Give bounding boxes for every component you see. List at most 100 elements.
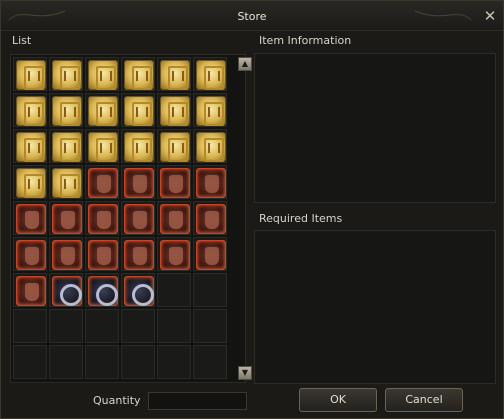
item-slot[interactable] [85, 273, 119, 307]
item-slot[interactable] [13, 309, 47, 343]
cancel-button[interactable]: Cancel [385, 388, 463, 412]
item-slot[interactable] [193, 201, 227, 235]
armor-item-icon[interactable] [124, 168, 154, 198]
scroll-item-icon[interactable] [196, 60, 226, 90]
scroll-item-icon[interactable] [160, 96, 190, 126]
item-slot[interactable] [49, 57, 83, 91]
scroll-item-icon[interactable] [52, 60, 82, 90]
title-bar[interactable]: Store ✕ [1, 1, 503, 31]
item-slot[interactable] [49, 309, 83, 343]
item-slot[interactable] [157, 93, 191, 127]
item-slot[interactable] [13, 201, 47, 235]
item-slot[interactable] [85, 57, 119, 91]
scroll-item-icon[interactable] [88, 60, 118, 90]
armor-item-icon[interactable] [88, 240, 118, 270]
item-slot[interactable] [49, 129, 83, 163]
armor-item-icon[interactable] [52, 204, 82, 234]
item-slot[interactable] [193, 93, 227, 127]
item-slot[interactable] [121, 129, 155, 163]
scroll-item-icon[interactable] [88, 96, 118, 126]
armor-item-icon[interactable] [16, 276, 46, 306]
scroll-item-icon[interactable] [124, 132, 154, 162]
armor-item-icon[interactable] [196, 204, 226, 234]
item-slot[interactable] [49, 345, 83, 379]
scroll-item-icon[interactable] [16, 132, 46, 162]
scroll-item-icon[interactable] [160, 132, 190, 162]
item-slot[interactable] [193, 57, 227, 91]
item-slot[interactable] [13, 165, 47, 199]
item-slot[interactable] [49, 273, 83, 307]
scroll-item-icon[interactable] [52, 132, 82, 162]
armor-item-icon[interactable] [16, 240, 46, 270]
item-slot[interactable] [193, 273, 227, 307]
scroll-item-icon[interactable] [52, 168, 82, 198]
scroll-item-icon[interactable] [88, 132, 118, 162]
item-slot[interactable] [49, 201, 83, 235]
armor-item-icon[interactable] [160, 240, 190, 270]
item-slot[interactable] [13, 273, 47, 307]
item-slot[interactable] [85, 165, 119, 199]
item-slot[interactable] [121, 309, 155, 343]
item-slot[interactable] [121, 345, 155, 379]
item-slot[interactable] [121, 237, 155, 271]
quantity-input[interactable] [148, 392, 247, 410]
item-slot[interactable] [193, 129, 227, 163]
armor-item-icon[interactable] [52, 240, 82, 270]
armor-item-icon[interactable] [160, 168, 190, 198]
item-slot[interactable] [193, 345, 227, 379]
list-scrollbar[interactable]: ▲ ▼ [238, 57, 252, 382]
item-slot[interactable] [13, 237, 47, 271]
scroll-item-icon[interactable] [16, 96, 46, 126]
item-slot[interactable] [85, 129, 119, 163]
armor-item-icon[interactable] [196, 168, 226, 198]
item-slot[interactable] [85, 93, 119, 127]
item-slot[interactable] [157, 57, 191, 91]
item-slot[interactable] [157, 237, 191, 271]
item-slot[interactable] [157, 345, 191, 379]
item-slot[interactable] [157, 201, 191, 235]
item-slot[interactable] [121, 201, 155, 235]
item-slot[interactable] [85, 309, 119, 343]
ok-button[interactable]: OK [299, 388, 377, 412]
scroll-item-icon[interactable] [124, 60, 154, 90]
item-slot[interactable] [13, 93, 47, 127]
scroll-item-icon[interactable] [196, 132, 226, 162]
scroll-item-icon[interactable] [16, 60, 46, 90]
item-slot[interactable] [157, 129, 191, 163]
item-slot[interactable] [49, 165, 83, 199]
armor-item-icon[interactable] [88, 204, 118, 234]
item-slot[interactable] [121, 165, 155, 199]
armor-item-icon[interactable] [88, 168, 118, 198]
item-slot[interactable] [157, 309, 191, 343]
item-slot[interactable] [85, 237, 119, 271]
scroll-up-button[interactable]: ▲ [238, 57, 252, 71]
item-slot[interactable] [121, 93, 155, 127]
item-slot[interactable] [193, 165, 227, 199]
item-slot[interactable] [49, 93, 83, 127]
scroll-down-button[interactable]: ▼ [238, 366, 252, 380]
item-slot[interactable] [193, 237, 227, 271]
scroll-item-icon[interactable] [16, 168, 46, 198]
item-slot[interactable] [13, 345, 47, 379]
ring-item-icon[interactable] [88, 276, 118, 306]
item-slot[interactable] [13, 129, 47, 163]
armor-item-icon[interactable] [160, 204, 190, 234]
item-slot[interactable] [49, 237, 83, 271]
armor-item-icon[interactable] [124, 204, 154, 234]
scroll-item-icon[interactable] [52, 96, 82, 126]
scroll-item-icon[interactable] [196, 96, 226, 126]
item-slot[interactable] [13, 57, 47, 91]
item-slot[interactable] [85, 345, 119, 379]
item-slot[interactable] [85, 201, 119, 235]
ring-item-icon[interactable] [52, 276, 82, 306]
armor-item-icon[interactable] [124, 240, 154, 270]
item-slot[interactable] [121, 57, 155, 91]
item-slot[interactable] [121, 273, 155, 307]
armor-item-icon[interactable] [196, 240, 226, 270]
item-slot[interactable] [193, 309, 227, 343]
armor-item-icon[interactable] [16, 204, 46, 234]
item-slot[interactable] [157, 165, 191, 199]
close-button[interactable]: ✕ [481, 7, 499, 25]
scroll-item-icon[interactable] [160, 60, 190, 90]
item-slot[interactable] [157, 273, 191, 307]
